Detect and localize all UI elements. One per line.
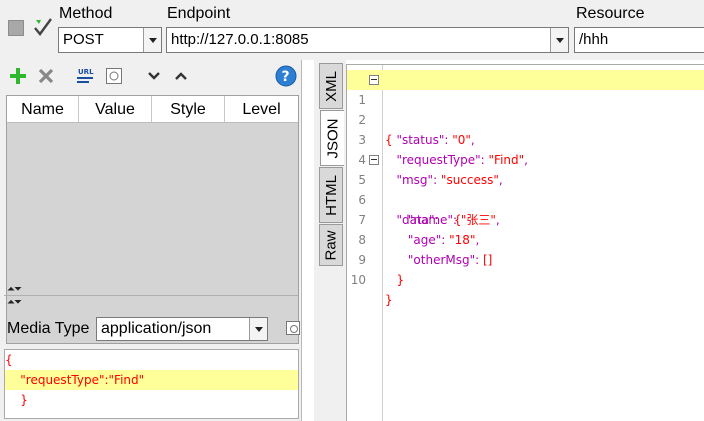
method-value: POST [63, 31, 104, 48]
resource-input[interactable]: /hhh [574, 27, 704, 53]
help-icon[interactable]: ? [275, 65, 297, 87]
code-line: 3 "requestType": "Find", [358, 133, 528, 167]
body-line: { [5, 353, 13, 367]
chevron-down-icon[interactable] [550, 28, 568, 52]
column-header-value[interactable]: Value [79, 96, 152, 122]
collapse-toggle-icon[interactable]: ⏶⏷ [7, 285, 22, 295]
resource-value: /hhh [579, 31, 609, 48]
tab-raw[interactable]: Raw [319, 224, 343, 266]
code-line: 9 } [358, 253, 405, 287]
tab-html[interactable]: HTML [319, 167, 343, 223]
status-square-icon[interactable] [8, 20, 24, 36]
endpoint-input[interactable]: http://127.0.0.1:8085 [166, 27, 569, 53]
tab-json[interactable]: JSON [320, 110, 344, 166]
svg-text:URL: URL [78, 68, 94, 76]
format-icon[interactable] [104, 66, 124, 86]
url-encode-icon[interactable]: URL [76, 66, 96, 86]
expand-toggle-icon[interactable]: ⏶⏷ [7, 298, 22, 308]
code-line: 2 "status": "0", [358, 113, 475, 147]
media-type-value: application/json [101, 320, 212, 337]
send-check-icon[interactable] [33, 16, 53, 38]
column-header-name[interactable]: Name [7, 96, 79, 122]
chevron-down-icon[interactable] [249, 318, 267, 340]
request-params-panel: URL ? Name Value Style Level ⏶⏷ ⏶⏷ Media… [0, 60, 302, 421]
chevron-down-icon[interactable] [143, 28, 161, 52]
svg-text:?: ? [282, 69, 290, 85]
media-type-select[interactable]: application/json [96, 317, 268, 341]
method-label: Method [59, 5, 113, 22]
endpoint-label: Endpoint [167, 5, 231, 22]
fold-toggle-icon[interactable] [369, 75, 379, 85]
body-line: } [5, 393, 28, 407]
response-format-tabs: XML JSON HTML Raw [314, 60, 346, 421]
code-line: 7 "age": "18", [358, 213, 480, 247]
response-json-viewer[interactable]: 1 { 2 "status": "0", 3 "requestType": "F… [346, 64, 704, 421]
code-line: 10 } [350, 273, 393, 307]
media-type-label: Media Type [7, 320, 90, 337]
code-line: 1 { [347, 70, 704, 147]
request-toolbar: Method POST Endpoint http://127.0.0.1:80… [0, 0, 704, 60]
chevron-down-icon[interactable] [144, 66, 164, 86]
code-line: 4 "msg": "success", [358, 153, 503, 187]
body-line: "requestType":"Find" [5, 370, 298, 390]
code-line: 8 "otherMsg": [] [358, 233, 493, 267]
chevron-up-icon[interactable] [171, 66, 191, 86]
plus-icon[interactable] [8, 66, 28, 86]
column-header-level[interactable]: Level [225, 96, 298, 122]
code-line: 5 "data": { [347, 150, 704, 227]
method-select[interactable]: POST [58, 27, 162, 53]
tab-xml[interactable]: XML [319, 63, 343, 109]
format-icon[interactable] [286, 321, 300, 335]
fold-toggle-icon[interactable] [369, 155, 379, 165]
params-table[interactable]: Name Value Style Level [6, 95, 299, 344]
request-body-editor[interactable]: { "requestType":"Find" } [4, 349, 299, 419]
params-table-header: Name Value Style Level [7, 96, 298, 123]
x-icon[interactable] [36, 66, 56, 86]
resource-label: Resource [576, 5, 645, 22]
splitter[interactable] [4, 295, 298, 296]
endpoint-value: http://127.0.0.1:8085 [171, 31, 309, 48]
code-line: 6 "name": "张三", [358, 193, 500, 227]
column-header-style[interactable]: Style [152, 96, 225, 122]
